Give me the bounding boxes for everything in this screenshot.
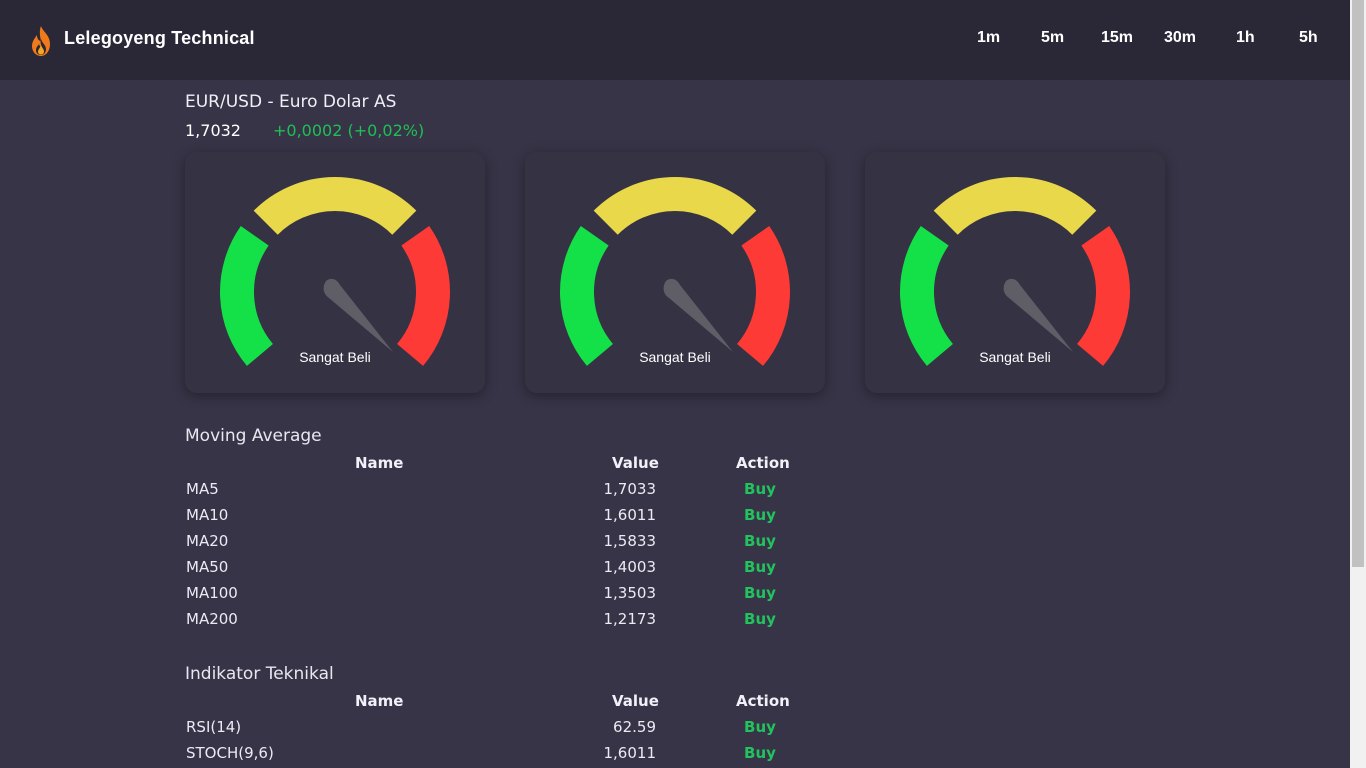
brand-title[interactable]: Lelegoyeng Technical: [64, 28, 255, 49]
gauge-needle: [663, 278, 733, 352]
timeframe-1h[interactable]: 1h: [1236, 29, 1255, 47]
ma-name: MA200: [186, 610, 238, 628]
price-change: +0,0002 (+0,02%): [273, 121, 425, 140]
gauge-yellow-segment: [933, 177, 1097, 236]
ma-name: MA5: [186, 480, 219, 498]
gauge-needle: [1003, 278, 1073, 352]
ma-value: 1,7033: [603, 480, 657, 498]
gauge-green-segment: [900, 226, 954, 366]
gauge-yellow-segment: [253, 177, 417, 236]
indikator-title: Indikator Teknikal: [185, 664, 334, 684]
gauge-red-segment: [396, 226, 450, 366]
gauge-label: Sangat Beli: [639, 349, 711, 365]
ma-action: Buy: [744, 532, 776, 550]
ind-header-action: Action: [736, 692, 790, 710]
timeframe-30m[interactable]: 30m: [1164, 29, 1196, 47]
timeframe-1m[interactable]: 1m: [977, 29, 1000, 47]
gauge-card-1: Sangat Beli: [185, 152, 485, 393]
ma-action: Buy: [744, 558, 776, 576]
gauge-label: Sangat Beli: [299, 349, 371, 365]
current-price: 1,7032: [185, 121, 241, 140]
scrollbar-thumb[interactable]: [1352, 0, 1364, 567]
gauge-card-2: Sangat Beli: [525, 152, 825, 393]
indicator-name: STOCH(9,6): [186, 744, 274, 762]
pair-title: EUR/USD - Euro Dolar AS: [185, 92, 397, 112]
flame-icon: [32, 26, 50, 56]
ma-value: 1,6011: [603, 506, 657, 524]
gauge-label: Sangat Beli: [979, 349, 1051, 365]
ma-header-action: Action: [736, 454, 790, 472]
top-navbar: Lelegoyeng Technical 1m 5m 15m 30m 1h 5h: [0, 0, 1350, 80]
ma-header-name: Name: [355, 454, 404, 472]
gauge-red-segment: [736, 226, 790, 366]
ma-value: 1,5833: [603, 532, 657, 550]
gauge-yellow-segment: [593, 177, 757, 236]
indicator-name: RSI(14): [186, 718, 242, 736]
ma-action: Buy: [744, 506, 776, 524]
timeframe-15m[interactable]: 15m: [1101, 29, 1133, 47]
ma-name: MA10: [186, 506, 229, 524]
gauge-red-segment: [1076, 226, 1130, 366]
ma-value: 1,3503: [603, 584, 657, 602]
gauge-green-segment: [560, 226, 614, 366]
indicator-action: Buy: [744, 744, 776, 762]
ma-value: 1,4003: [603, 558, 657, 576]
gauge-needle: [323, 278, 393, 352]
ma-value: 1,2173: [603, 610, 657, 628]
timeframe-5h[interactable]: 5h: [1299, 29, 1318, 47]
ma-header-value: Value: [612, 454, 659, 472]
ma-action: Buy: [744, 610, 776, 628]
gauge-card-3: Sangat Beli: [865, 152, 1165, 393]
ind-header-name: Name: [355, 692, 404, 710]
moving-average-title: Moving Average: [185, 426, 322, 446]
indicator-action: Buy: [744, 718, 776, 736]
indicator-value: 62.59: [613, 718, 656, 736]
ma-name: MA100: [186, 584, 238, 602]
ind-header-value: Value: [612, 692, 659, 710]
gauge-green-segment: [220, 226, 274, 366]
timeframe-5m[interactable]: 5m: [1041, 29, 1064, 47]
ma-action: Buy: [744, 584, 776, 602]
indicator-value: 1,6011: [603, 744, 657, 762]
ma-action: Buy: [744, 480, 776, 498]
ma-name: MA50: [186, 558, 229, 576]
ma-name: MA20: [186, 532, 229, 550]
